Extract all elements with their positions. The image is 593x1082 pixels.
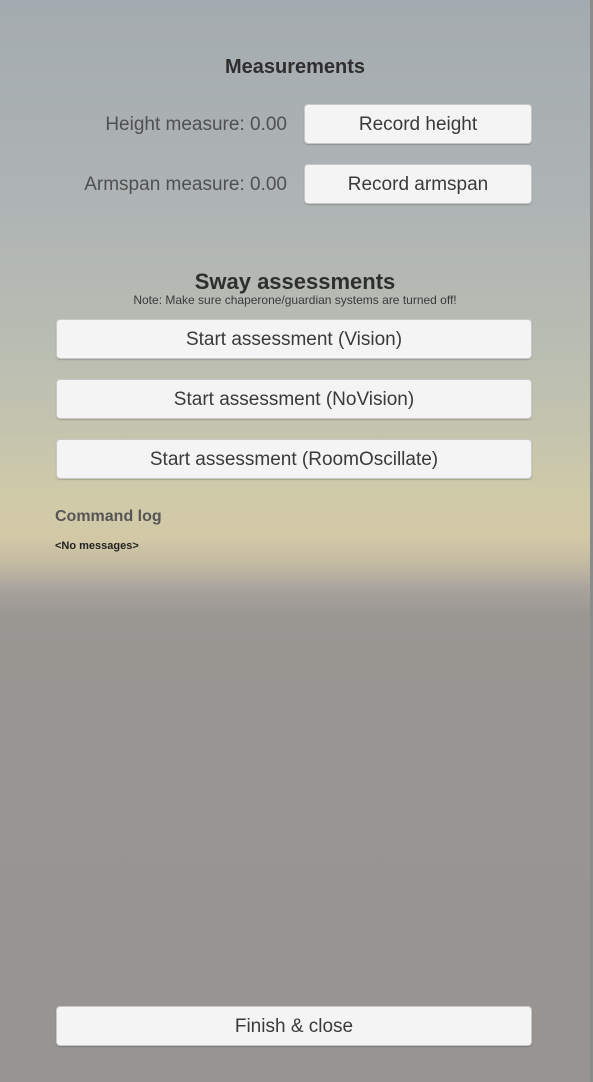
command-log-title: Command log [55,508,162,525]
command-log-message: <No messages> [55,540,139,552]
start-assessment-novision-button[interactable]: Start assessment (NoVision) [56,379,532,419]
record-height-button[interactable]: Record height [304,104,532,144]
start-assessment-roomoscillate-button[interactable]: Start assessment (RoomOscillate) [56,439,532,479]
start-assessment-vision-button[interactable]: Start assessment (Vision) [56,319,532,359]
height-measure-label: Height measure: 0.00 [105,114,287,135]
record-armspan-button[interactable]: Record armspan [304,164,532,204]
armspan-measure-label: Armspan measure: 0.00 [84,174,287,195]
measurements-title: Measurements [224,56,366,78]
finish-close-button[interactable]: Finish & close [56,1006,532,1046]
chaperone-note: Note: Make sure chaperone/guardian syste… [133,293,457,307]
sway-assessments-title: Sway assessments [194,269,396,294]
